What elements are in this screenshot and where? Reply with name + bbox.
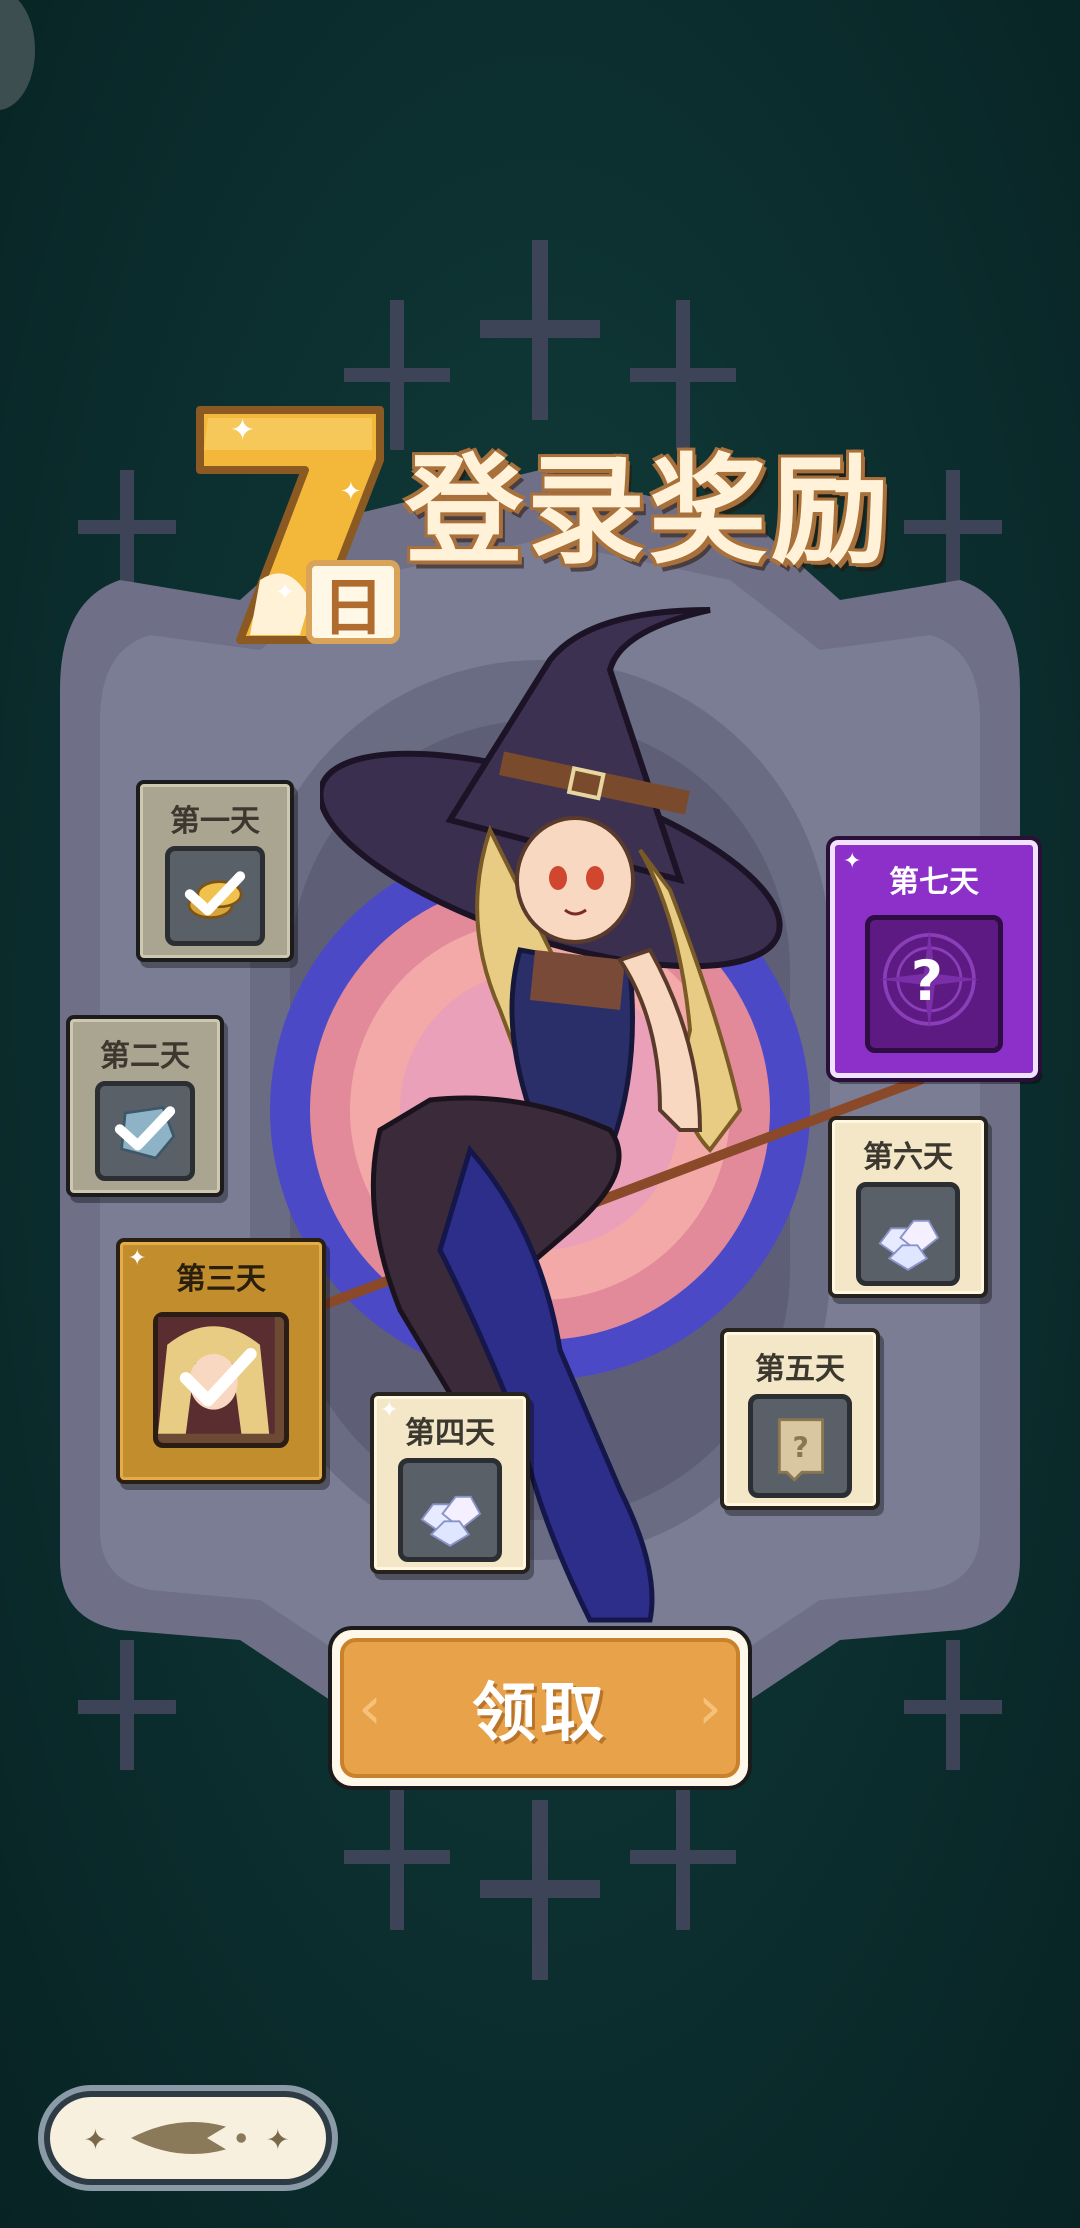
svg-text:✦: ✦ [340, 477, 362, 507]
reward-slot [165, 846, 265, 946]
back-arrow-icon: ✦ ✦ [84, 2121, 290, 2156]
claim-button[interactable]: ‹ 领取 › [328, 1626, 752, 1790]
svg-text:✦: ✦ [275, 578, 295, 606]
day-card-3[interactable]: ✦ 第三天 [116, 1238, 326, 1484]
chevron-left-icon: › [698, 1673, 722, 1743]
day-label: 第六天 [863, 1140, 953, 1175]
mystery-ticket-icon: ? [777, 1418, 824, 1482]
diamonds-icon [878, 1219, 940, 1271]
svg-text:✦: ✦ [266, 2123, 290, 2156]
stone-icon [114, 1106, 176, 1160]
svg-text:?: ? [792, 1431, 808, 1464]
character-portrait-icon [158, 1317, 275, 1434]
day-card-2[interactable]: 第二天 [66, 1015, 224, 1197]
sparkle-icon: ✦ [843, 849, 862, 874]
claim-button-label: 领取 [472, 1677, 608, 1751]
day-label: 第三天 [176, 1262, 266, 1297]
sparkle-icon: ✦ [128, 1246, 147, 1271]
day-card-1[interactable]: 第一天 [136, 780, 294, 962]
coins-icon [184, 871, 246, 919]
mystery-symbol: ? [911, 949, 943, 1014]
day-label: 第一天 [170, 804, 260, 839]
reward-slot: ? [748, 1394, 852, 1498]
title-unit: 日 [306, 560, 400, 644]
day-label: 第二天 [100, 1039, 190, 1074]
page-title: 登录奖励 [405, 442, 894, 580]
mystery-reward-icon: ? [879, 929, 980, 1030]
sparkle-icon: ✦ [380, 1398, 399, 1423]
day-card-7[interactable]: ✦ 第七天 ? [830, 840, 1038, 1078]
day-card-6[interactable]: 第六天 [828, 1116, 988, 1298]
chevron-right-icon: ‹ [358, 1673, 382, 1743]
reward-slot [856, 1182, 960, 1286]
day-card-5[interactable]: 第五天 ? [720, 1328, 880, 1510]
diamonds-icon [420, 1495, 482, 1547]
svg-text:✦: ✦ [230, 413, 255, 448]
day-card-4[interactable]: ✦ 第四天 [370, 1392, 530, 1574]
day-label: 第五天 [755, 1352, 845, 1387]
reward-slot [153, 1312, 289, 1448]
reward-slot [95, 1081, 195, 1181]
reward-slot: ? [865, 915, 1003, 1053]
svg-text:✦: ✦ [84, 2123, 108, 2156]
day-label: 第七天 [889, 865, 979, 900]
back-button[interactable]: ✦ ✦ [38, 2085, 338, 2191]
reward-slot [398, 1458, 502, 1562]
